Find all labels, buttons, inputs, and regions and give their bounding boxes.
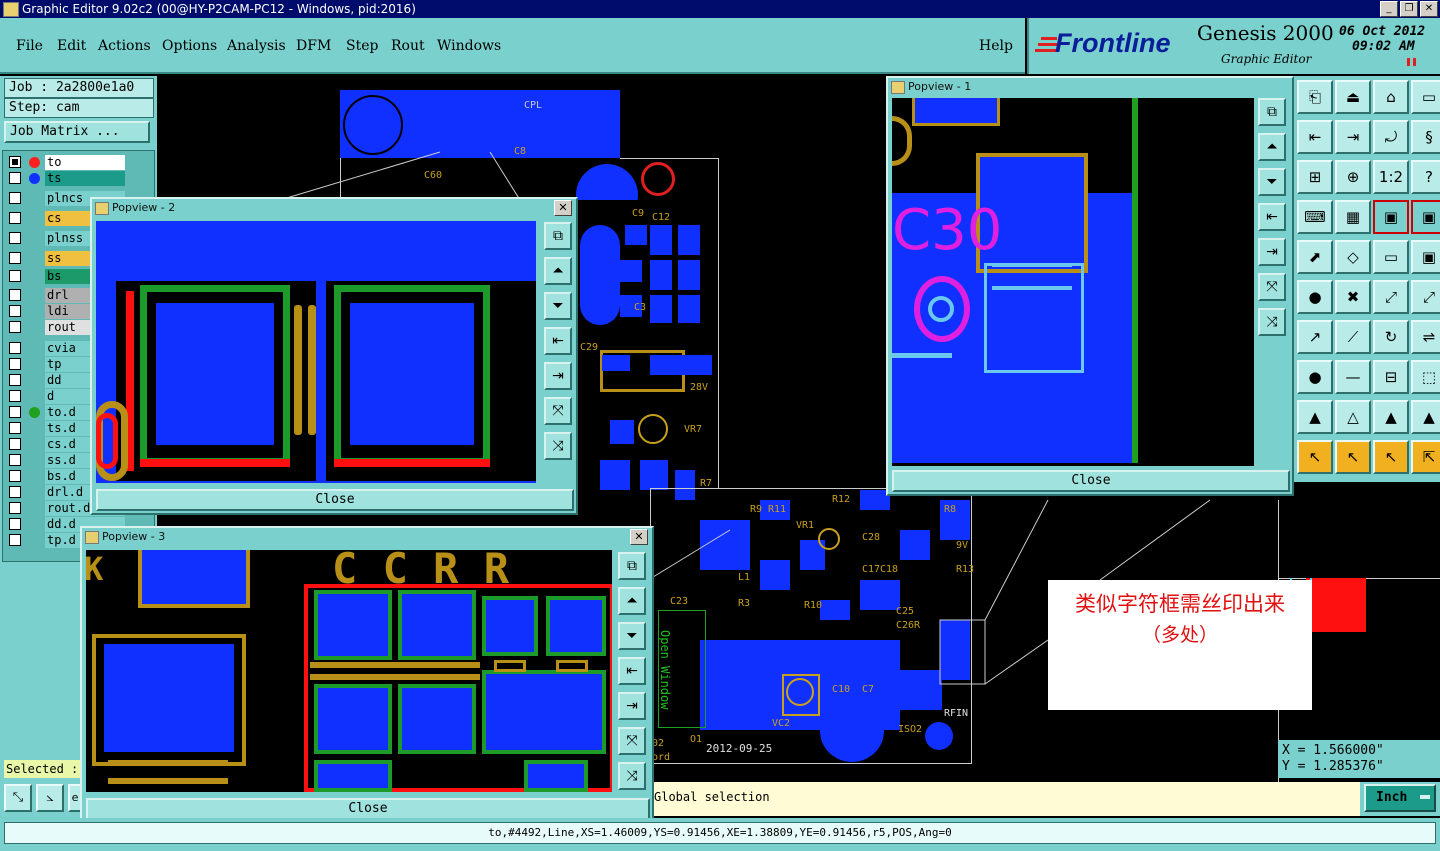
circle-arrow-icon[interactable]: ↻ — [1373, 320, 1409, 354]
popview-3-close-icon[interactable]: ✕ — [630, 529, 648, 545]
pad-icon[interactable]: ▣ — [1411, 240, 1440, 274]
flip-icon[interactable]: ⇌ — [1411, 320, 1440, 354]
popview-zoom-icon[interactable]: ⧉ — [618, 552, 646, 580]
zoom-ratio-icon[interactable]: 1:2 — [1373, 160, 1409, 194]
popview-zoom-icon[interactable]: ⧉ — [1258, 98, 1286, 126]
popview-fit-icon[interactable]: ⤧ — [618, 727, 646, 755]
arc-icon[interactable]: ⤢ — [1411, 280, 1440, 314]
popview-3-silk-text: C C R R — [332, 550, 510, 593]
popview-down-icon[interactable]: ⏷ — [1258, 168, 1286, 196]
select-icon[interactable]: ▣ — [1373, 200, 1409, 234]
center-icon[interactable]: ⊕ — [1335, 160, 1371, 194]
move-icon[interactable]: ⬈ — [1297, 240, 1333, 274]
coord-y: Y = 1.285376" — [1282, 759, 1384, 774]
popview-down-icon[interactable]: ⏷ — [618, 622, 646, 650]
popview-1-silk-text: C30 — [892, 198, 1003, 263]
popview-left-icon[interactable]: ⇤ — [618, 657, 646, 685]
coordinates-panel: X = 1.566000" Y = 1.285376" — [1278, 740, 1440, 778]
popview-1[interactable]: Popview - 1 C30 ⧉ ⏶ ⏷ ⇤ ⇥ ⤧ ⤨ Close — [886, 76, 1294, 496]
ruler-icon[interactable]: ⌨ — [1297, 200, 1333, 234]
popview-home-icon[interactable]: ⤨ — [1258, 308, 1286, 336]
help-icon[interactable]: ? — [1411, 160, 1440, 194]
zoom-out-icon[interactable]: ⇥ — [1335, 120, 1371, 154]
popview-icon — [95, 202, 109, 215]
popview-left-icon[interactable]: ⇤ — [1258, 203, 1286, 231]
popview-right-icon[interactable]: ⇥ — [618, 692, 646, 720]
dimension-icon[interactable]: ↗ — [1297, 320, 1333, 354]
rotate-icon[interactable]: ◇ — [1335, 240, 1371, 274]
popview-up-icon[interactable]: ⏶ — [544, 257, 572, 285]
slash-icon[interactable]: ⟋ — [1335, 320, 1371, 354]
zoom-box-icon[interactable]: ⎗ — [1297, 80, 1333, 114]
popview-fit-icon[interactable]: ⤧ — [1258, 273, 1286, 301]
add-pad-icon[interactable]: ● — [1297, 280, 1333, 314]
triangle-outline-icon[interactable]: △ — [1335, 400, 1371, 434]
popview-3-canvas[interactable]: C C R R K — [86, 550, 612, 792]
popview-1-canvas[interactable]: C30 — [892, 98, 1254, 466]
popview-2-titlebar[interactable]: Popview - 2 — [92, 199, 576, 217]
status-bar: to,#4492,Line,XS=1.46009,YS=0.91456,XE=1… — [0, 818, 1440, 851]
coord-x: X = 1.566000" — [1282, 743, 1384, 758]
popview-2-canvas[interactable] — [96, 221, 536, 483]
net-icon[interactable]: ⇱ — [1411, 440, 1440, 474]
line-icon[interactable]: ⤢ — [1373, 280, 1409, 314]
prompt-text: Global selection — [654, 790, 770, 804]
mesh-icon[interactable]: ▦ — [1335, 200, 1371, 234]
popview-fit-icon[interactable]: ⤧ — [544, 397, 572, 425]
popview-up-icon[interactable]: ⏶ — [618, 587, 646, 615]
dropdown-icon — [1420, 795, 1430, 799]
popview-down-icon[interactable]: ⏷ — [544, 292, 572, 320]
popview-left-icon[interactable]: ⇤ — [544, 327, 572, 355]
popview-right-icon[interactable]: ⇥ — [544, 362, 572, 390]
select-red-icon[interactable]: ▣ — [1411, 200, 1440, 234]
units-panel: Inch — [1360, 782, 1440, 816]
popview-home-icon[interactable]: ⤨ — [618, 762, 646, 790]
units-label: Inch — [1376, 790, 1408, 805]
triangle-icon[interactable]: ▲ — [1297, 400, 1333, 434]
popview-3-close-button[interactable]: Close — [86, 798, 650, 820]
popview-3-title: Popview - 3 — [102, 530, 166, 543]
point-icon[interactable]: ● — [1297, 360, 1333, 394]
pan-window-icon[interactable]: ▭ — [1411, 80, 1440, 114]
scale-icon[interactable]: ▭ — [1373, 240, 1409, 274]
cursor-yellow-icon[interactable]: ↖ — [1335, 440, 1371, 474]
popview-3-titlebar[interactable]: Popview - 3 — [82, 528, 652, 546]
redraw-icon[interactable]: ⤾ — [1373, 120, 1409, 154]
popview-1-close-button[interactable]: Close — [892, 470, 1290, 492]
popview-2-title: Popview - 2 — [112, 201, 176, 214]
popview-2-close-button[interactable]: Close — [96, 489, 574, 511]
popview-zoom-icon[interactable]: ⧉ — [544, 222, 572, 250]
units-selector[interactable]: Inch — [1364, 784, 1436, 812]
zoom-in-icon[interactable]: ⇤ — [1297, 120, 1333, 154]
pointer-icon[interactable]: ↖ — [1373, 440, 1409, 474]
popview-icon — [891, 81, 905, 94]
right-toolbar: ⎗ ⏏ ⌂ ▭ ⇤ ⇥ ⤾ § ⊞ ⊕ 1:2? ⌨ ▦ ▣ ▣ ⬈ ◇ ▭ ▣ ● ✖ ⤢ ⤢ ↗ ⟋ ↻ ⇌ ● — ⊟ ⬚ ▲ △ ▲ ▲ ↖ ↖… — [1293, 76, 1440, 482]
triangle-filled-icon[interactable]: ▲ — [1411, 400, 1440, 434]
grid-icon[interactable]: ⊞ — [1297, 160, 1333, 194]
box-icon[interactable]: ⊟ — [1373, 360, 1409, 394]
popview-2[interactable]: Popview - 2 ✕ ⧉ ⏶ ⏷ ⇤ ⇥ ⤧ ⤨ Close — [90, 197, 578, 515]
cursor-icon[interactable]: ↖ — [1297, 440, 1333, 474]
group-icon[interactable]: ⬚ — [1411, 360, 1440, 394]
save-view-icon[interactable]: ⏏ — [1335, 80, 1371, 114]
hline-icon[interactable]: — — [1335, 360, 1371, 394]
triangle-red-icon[interactable]: ▲ — [1373, 400, 1409, 434]
home-view-icon[interactable]: ⌂ — [1373, 80, 1409, 114]
popview-home-icon[interactable]: ⤨ — [544, 432, 572, 460]
popview-2-close-icon[interactable]: ✕ — [554, 200, 572, 216]
popview-3[interactable]: Popview - 3 ✕ C C R R K ⧉ ⏶ ⏷ ⇤ ⇥ ⤧ ⤨ Close — [80, 526, 654, 824]
prompt-bar: Global selection — [654, 782, 1360, 816]
popview-up-icon[interactable]: ⏶ — [1258, 133, 1286, 161]
delete-icon[interactable]: ✖ — [1335, 280, 1371, 314]
popview-right-icon[interactable]: ⇥ — [1258, 238, 1286, 266]
snap-icon[interactable]: § — [1411, 120, 1440, 154]
status-line: to,#4492,Line,XS=1.46009,YS=0.91456,XE=1… — [4, 822, 1436, 844]
popview-icon — [85, 531, 99, 544]
popview-1-title: Popview - 1 — [908, 80, 972, 93]
popview-1-titlebar[interactable]: Popview - 1 — [888, 78, 1292, 96]
